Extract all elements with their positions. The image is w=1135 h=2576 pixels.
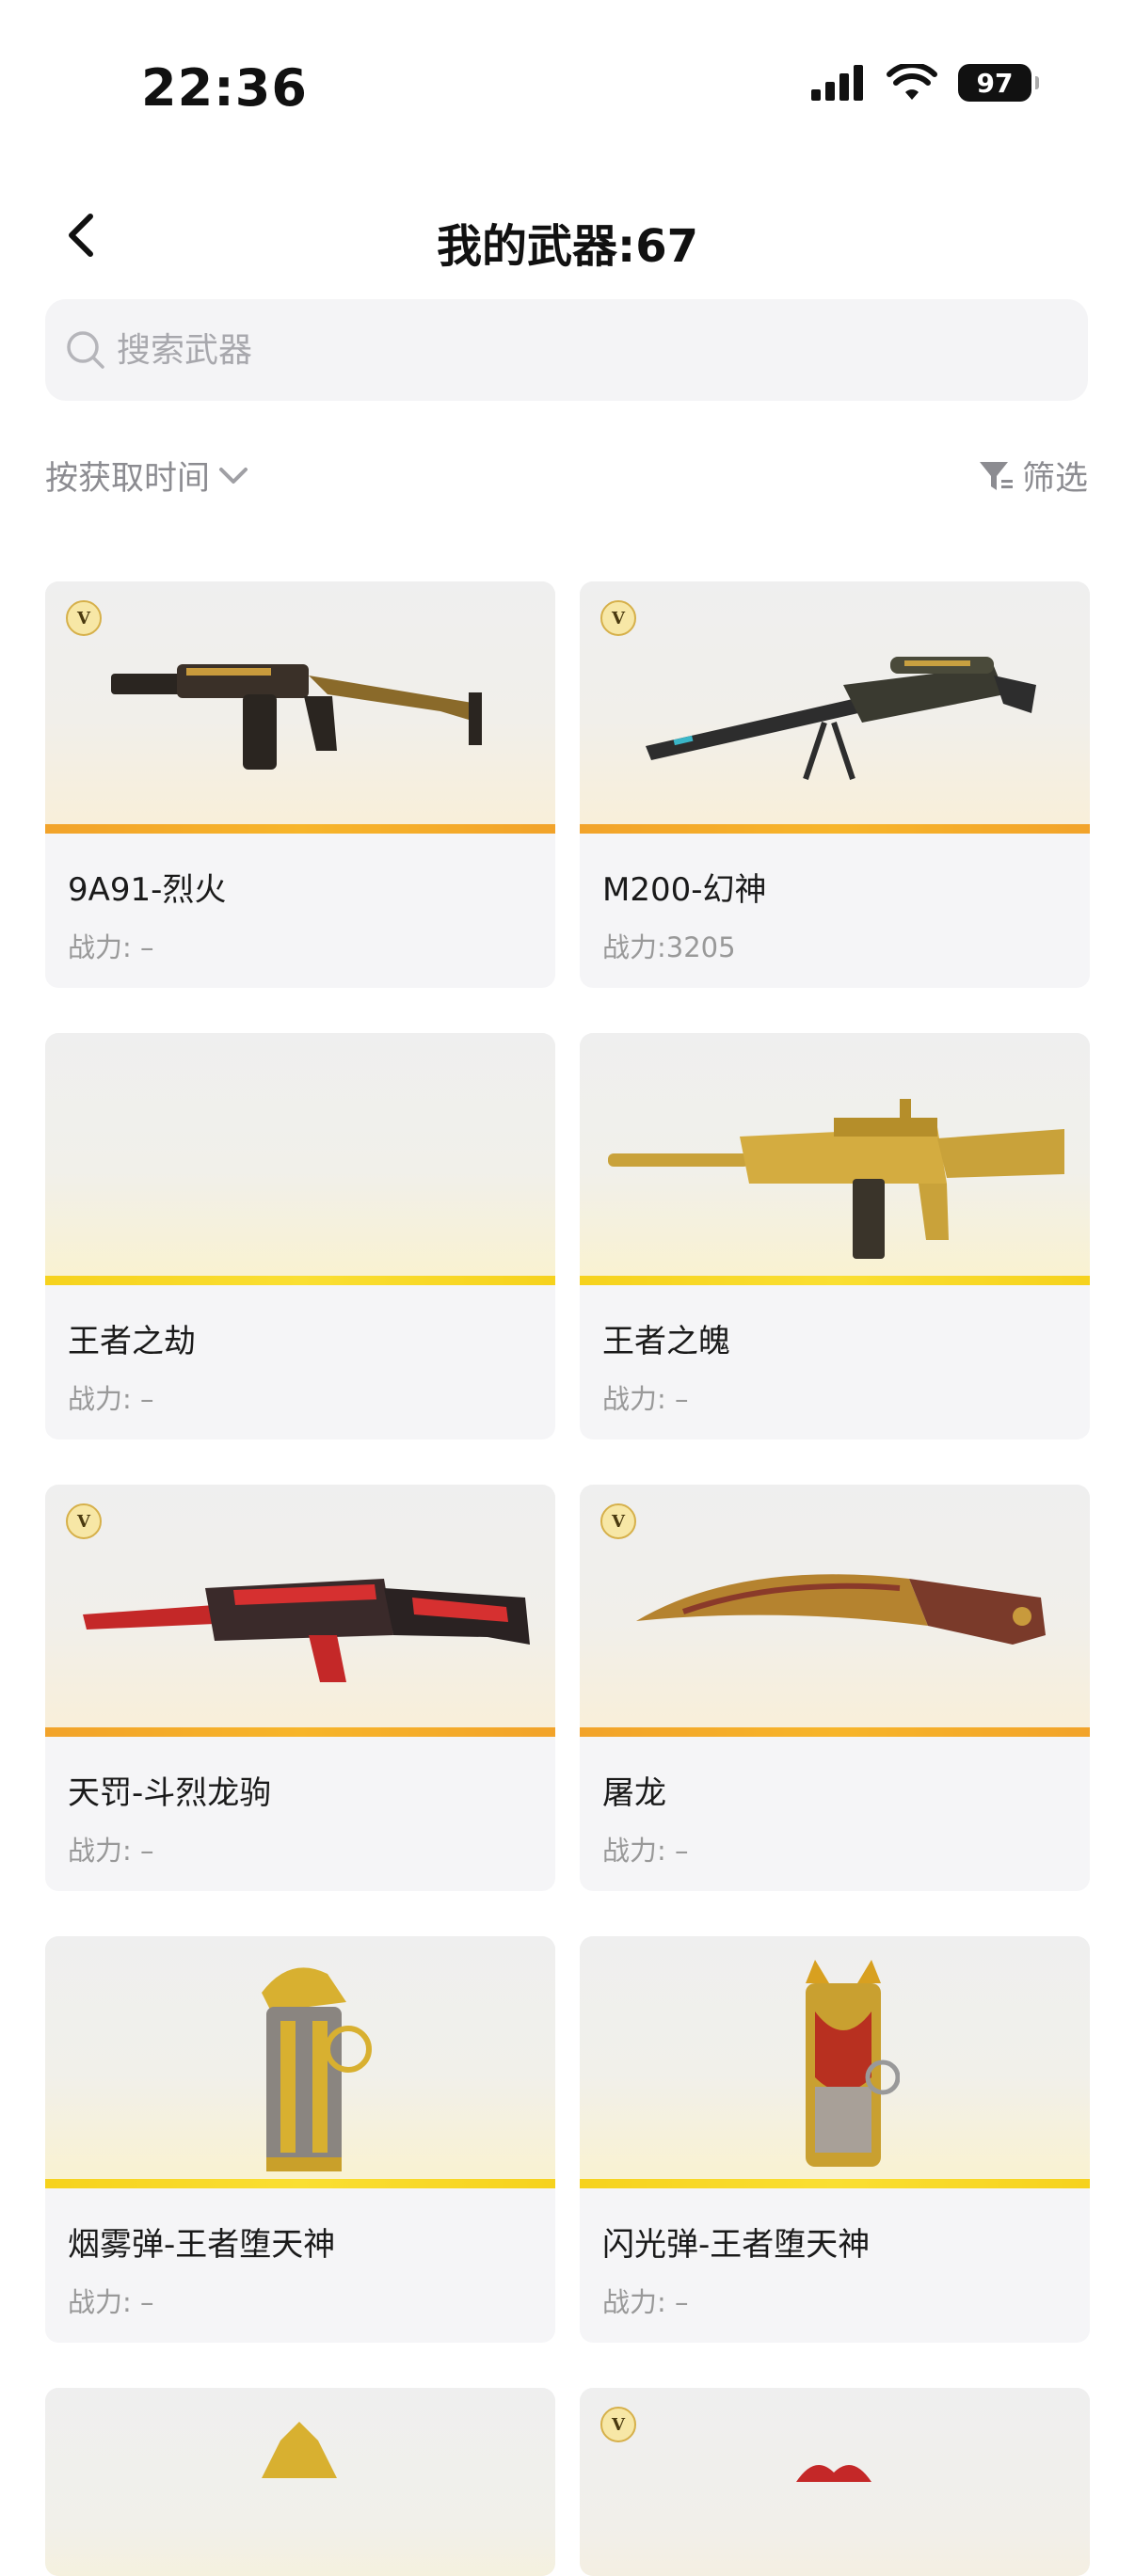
rifle-weapon-image [608,1099,1064,1259]
weapon-card[interactable]: V [580,2388,1090,2576]
vip-badge: V [600,2407,636,2442]
vip-badge: V [600,1503,636,1539]
weapon-name: 王者之魄 [602,1323,730,1360]
weapon-image-area: V [45,581,555,834]
sort-label: 按获取时间 [45,460,211,498]
weapon-power: 战力: – [68,1383,154,1415]
rarity-bar [45,1276,555,1285]
search-icon [67,331,104,369]
vip-badge: V [600,600,636,636]
rarity-bar [580,824,1090,834]
signal-icon [811,65,863,101]
status-icons: 97 [811,64,1039,102]
search-input[interactable] [115,329,966,371]
vip-badge: V [66,1503,102,1539]
weapon-name: M200-幻神 [602,871,767,909]
page-title: 我的武器:67 [437,220,698,273]
weapon-card[interactable]: 闪光弹-王者堕天神 战力: – [580,1936,1090,2343]
weapon-image [796,2465,871,2482]
weapon-image-area: V [580,581,1090,834]
weapon-name: 烟雾弹-王者堕天神 [68,2226,336,2264]
weapon-card[interactable] [45,2388,555,2576]
weapon-name: 王者之劫 [68,1323,196,1360]
rarity-bar [580,1276,1090,1285]
weapon-image-area: V [580,1485,1090,1737]
weapon-image [262,2422,337,2478]
weapon-card[interactable]: 王者之劫 战力: – [45,1033,555,1439]
weapon-card[interactable]: 王者之魄 战力: – [580,1033,1090,1439]
weapon-image-area [45,1936,555,2188]
filter-icon [979,461,1013,490]
weapon-power: 战力: – [602,2286,689,2318]
smg-weapon-image [111,664,482,770]
weapon-power: 战力: – [602,1383,689,1415]
weapon-name: 9A91-烈火 [68,871,227,909]
weapon-image-area [45,1033,555,1285]
rarity-bar [45,2179,555,2188]
weapon-image-area [580,1033,1090,1285]
dragon-rifle-weapon-image [83,1579,530,1682]
flash-grenade-image [806,1960,900,2167]
weapon-image-area [580,1936,1090,2188]
weapon-name: 闪光弹-王者堕天神 [602,2226,871,2264]
smoke-grenade-image [262,1967,372,2171]
weapon-image-area [45,2388,555,2576]
sniper-weapon-image [646,657,1036,780]
weapon-card[interactable]: V 天罚-斗烈龙驹 战力: – [45,1485,555,1891]
wifi-icon [887,64,937,100]
filter-button[interactable]: 筛选 [977,452,1088,500]
weapon-power: 战力: – [68,931,154,963]
weapon-power: 战力:3205 [602,931,736,963]
weapon-card[interactable]: 烟雾弹-王者堕天神 战力: – [45,1936,555,2343]
weapon-card[interactable]: V 屠龙 战力: – [580,1485,1090,1891]
status-time: 22:36 [141,58,308,118]
weapon-name: 屠龙 [602,1774,666,1812]
weapon-power: 战力: – [68,2286,154,2318]
rarity-bar [45,1727,555,1737]
weapon-image-area: V [580,2388,1090,2576]
knife-weapon-image [636,1574,1046,1645]
sort-dropdown[interactable]: 按获取时间 [45,452,249,500]
weapon-grid: V 9A91-烈火 战力: – V M200-幻神 战力:3205 王者之劫 战… [45,581,1090,2576]
weapon-power: 战力: – [68,1835,154,1867]
weapon-image-area: V [45,1485,555,1737]
rarity-bar [580,2179,1090,2188]
search-bar[interactable] [45,299,1088,401]
chevron-down-icon [219,467,248,484]
battery-indicator: 97 [958,64,1039,102]
rarity-bar [45,824,555,834]
vip-badge: V [66,600,102,636]
weapon-card[interactable]: V 9A91-烈火 战力: – [45,581,555,988]
weapon-power: 战力: – [602,1835,689,1867]
rarity-bar [580,1727,1090,1737]
filter-label: 筛选 [1021,460,1088,498]
weapon-card[interactable]: V M200-幻神 战力:3205 [580,581,1090,988]
weapon-name: 天罚-斗烈龙驹 [68,1774,272,1812]
